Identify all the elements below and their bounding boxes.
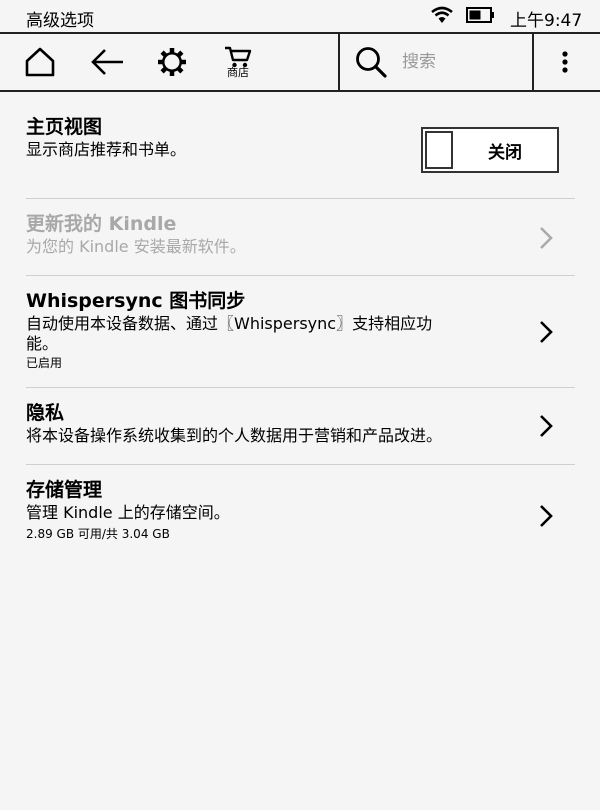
storage-usage: 2.89 GB 可用/共 3.04 GB — [26, 527, 170, 541]
home-button[interactable] — [18, 34, 62, 90]
toolbar: 商店 — [0, 32, 600, 92]
chevron-right-icon — [540, 227, 553, 249]
settings-button[interactable] — [150, 34, 194, 90]
gear-icon — [158, 48, 186, 76]
search-icon — [356, 47, 387, 78]
setting-title: 隐私 — [26, 402, 65, 424]
divider — [26, 198, 575, 199]
search-box[interactable] — [338, 34, 534, 90]
setting-description: 为您的 Kindle 安装最新软件。 — [26, 237, 246, 256]
divider — [26, 387, 575, 388]
chevron-right-icon — [540, 321, 553, 343]
setting-description-cont: 能。 — [26, 334, 59, 353]
homepage-view-toggle[interactable]: 关闭 — [421, 127, 559, 173]
setting-privacy[interactable]: 隐私 将本设备操作系统收集到的个人数据用于营销和产品改进。 — [26, 401, 575, 453]
setting-whispersync[interactable]: Whispersync 图书同步 自动使用本设备数据、通过〖Whispersyn… — [26, 289, 575, 375]
status-bar: 高级选项 上午9:47 — [0, 0, 600, 32]
setting-update-kindle[interactable]: 更新我的 Kindle 为您的 Kindle 安装最新软件。 — [26, 212, 575, 266]
home-icon — [25, 47, 55, 77]
chevron-right-icon — [540, 505, 553, 527]
store-label: 商店 — [227, 66, 249, 79]
setting-storage[interactable]: 存储管理 管理 Kindle 上的存储空间。 2.89 GB 可用/共 3.04… — [26, 478, 575, 544]
back-button[interactable] — [86, 34, 130, 90]
setting-description: 自动使用本设备数据、通过〖Whispersync〗支持相应功 — [26, 314, 433, 333]
toggle-label: 关闭 — [488, 142, 522, 163]
status-title: 高级选项 — [26, 11, 94, 31]
setting-status: 已启用 — [26, 356, 63, 370]
setting-description: 管理 Kindle 上的存储空间。 — [26, 503, 230, 522]
setting-title: Whispersync 图书同步 — [26, 290, 246, 312]
setting-title: 更新我的 Kindle — [26, 213, 177, 235]
search-input[interactable] — [402, 49, 522, 75]
back-arrow-icon — [91, 49, 123, 75]
divider — [26, 275, 575, 276]
setting-description: 将本设备操作系统收集到的个人数据用于营销和产品改进。 — [26, 426, 443, 445]
clock: 上午9:47 — [510, 11, 583, 31]
chevron-right-icon — [540, 415, 553, 437]
store-button[interactable]: 商店 — [214, 34, 262, 90]
wifi-icon — [431, 6, 453, 23]
more-menu-button[interactable] — [546, 34, 584, 90]
more-vertical-icon — [562, 51, 568, 73]
setting-title: 存储管理 — [26, 479, 103, 501]
divider — [26, 464, 575, 465]
battery-icon — [466, 7, 494, 23]
